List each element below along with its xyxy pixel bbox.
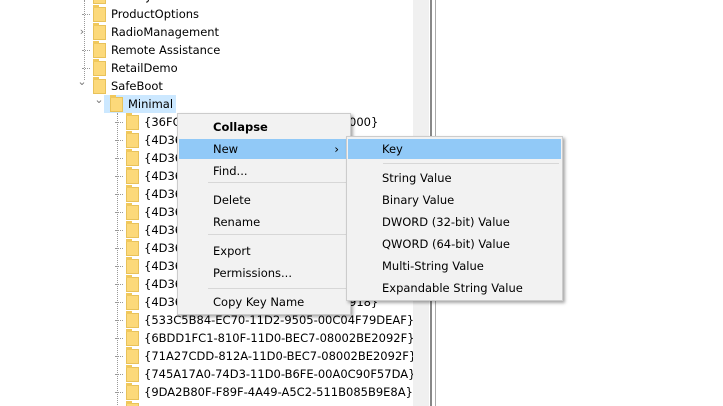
submenu-arrow-icon: › xyxy=(334,142,339,156)
folder-icon xyxy=(126,239,139,256)
menu-separator xyxy=(208,234,347,235)
tree-node-label: Minimal xyxy=(128,97,174,111)
folder-icon xyxy=(126,293,139,310)
folder-icon xyxy=(126,203,139,220)
chevron-down-icon[interactable]: ⌄ xyxy=(77,73,87,91)
tree-node[interactable]: Remote Assistance xyxy=(0,41,413,59)
tree-connector xyxy=(115,266,123,267)
folder-icon xyxy=(93,5,106,22)
folder-icon xyxy=(126,221,139,238)
menu-separator xyxy=(208,288,347,289)
tree-connector xyxy=(115,338,123,339)
tree-node[interactable]: RetailDemo xyxy=(0,59,413,77)
folder-icon xyxy=(93,23,106,40)
menu-item-new[interactable]: New › xyxy=(179,139,349,159)
tree-connector xyxy=(115,284,123,285)
tree-node-label-fragment: 000} xyxy=(349,115,379,129)
folder-icon xyxy=(126,167,139,184)
tree-node[interactable]: ⌄ Minimal xyxy=(0,93,413,113)
tree-connector xyxy=(115,392,123,393)
submenu-item-qword-value[interactable]: QWORD (64-bit) Value xyxy=(348,234,561,254)
submenu-item-multi-string-value[interactable]: Multi-String Value xyxy=(348,256,561,276)
tree-connector xyxy=(115,374,123,375)
tree-node[interactable]: ProductOptions xyxy=(0,5,413,23)
folder-icon xyxy=(126,131,139,148)
tree-node-label: RetailDemo xyxy=(111,61,178,75)
tree-connector xyxy=(115,212,123,213)
submenu-item-expandable-string-value[interactable]: Expandable String Value xyxy=(348,278,561,298)
tree-connector xyxy=(115,356,123,357)
tree-node[interactable]: {9DA2B80F-F89F-4A49-A5C2-511B085B9E8A} xyxy=(0,383,413,401)
menu-item-delete[interactable]: Delete xyxy=(179,190,349,210)
tree-connector xyxy=(115,176,123,177)
folder-icon xyxy=(93,41,106,58)
menu-item-copy-key-name[interactable]: Copy Key Name xyxy=(179,292,349,312)
tree-connector xyxy=(115,158,123,159)
tree-node-label: ProductOptions xyxy=(111,7,200,21)
folder-icon xyxy=(126,347,139,364)
chevron-down-icon[interactable]: ⌄ xyxy=(94,91,104,109)
folder-icon xyxy=(126,257,139,274)
tree-node[interactable]: {6BDD1FC1-810F-11D0-BEC7-08002BE2092F} xyxy=(0,329,413,347)
submenu-item-key[interactable]: Key xyxy=(348,139,561,159)
menu-separator xyxy=(383,163,559,164)
tree-node-label: Remote Assistance xyxy=(111,43,221,57)
tree-node-label: {745A17A0-74D3-11D0-B6FE-00A0C90F57DA} xyxy=(144,367,413,381)
tree-node-label: {6BDD1FC1-810F-11D0-BEC7-08002BE2092F} xyxy=(144,331,413,345)
chevron-right-icon[interactable]: › xyxy=(77,23,87,41)
context-menu: Collapse New › Find... Delete Rename Expo… xyxy=(177,113,351,315)
folder-icon xyxy=(93,59,106,76)
folder-icon xyxy=(126,383,139,400)
tree-connector xyxy=(115,230,123,231)
menu-separator xyxy=(208,182,347,183)
folder-icon xyxy=(126,113,139,130)
folder-icon xyxy=(126,329,139,346)
menu-item-export[interactable]: Export xyxy=(179,241,349,261)
tree-connector xyxy=(115,140,123,141)
tree-node[interactable] xyxy=(0,401,413,406)
tree-connector xyxy=(115,302,123,303)
tree-node-label: SafeBoot xyxy=(111,79,163,93)
tree-node[interactable]: › RadioManagement xyxy=(0,23,413,41)
submenu-item-binary-value[interactable]: Binary Value xyxy=(348,190,561,210)
new-submenu: Key String Value Binary Value DWORD (32-… xyxy=(346,136,563,301)
tree-connector xyxy=(115,194,123,195)
tree-node[interactable]: {71A27CDD-812A-11D0-BEC7-08002BE2092F} xyxy=(0,347,413,365)
tree-connector xyxy=(115,320,123,321)
tree-node-label: RadioManagement xyxy=(111,25,220,39)
tree-connector xyxy=(115,122,123,123)
folder-icon xyxy=(126,149,139,166)
tree-connector xyxy=(115,248,123,249)
folder-icon xyxy=(126,365,139,382)
folder-icon xyxy=(110,95,123,112)
submenu-item-dword-value[interactable]: DWORD (32-bit) Value xyxy=(348,212,561,232)
tree-node-label: {71A27CDD-812A-11D0-BEC7-08002BE2092F} xyxy=(144,349,413,363)
folder-icon xyxy=(126,185,139,202)
folder-icon xyxy=(93,0,106,4)
tree-node[interactable]: {745A17A0-74D3-11D0-B6FE-00A0C90F57DA} xyxy=(0,365,413,383)
menu-item-permissions[interactable]: Permissions... xyxy=(179,263,349,283)
menu-item-find[interactable]: Find... xyxy=(179,161,349,181)
tree-node[interactable]: ⌄ SafeBoot xyxy=(0,75,413,95)
folder-icon xyxy=(126,275,139,292)
folder-icon xyxy=(126,311,139,328)
tree-line xyxy=(84,0,85,80)
menu-item-new-label: New xyxy=(213,142,239,156)
tree-node-label: {9DA2B80F-F89F-4A49-A5C2-511B085B9E8A} xyxy=(144,385,413,399)
menu-item-rename[interactable]: Rename xyxy=(179,212,349,232)
menu-item-collapse[interactable]: Collapse xyxy=(179,117,349,137)
submenu-item-string-value[interactable]: String Value xyxy=(348,168,561,188)
